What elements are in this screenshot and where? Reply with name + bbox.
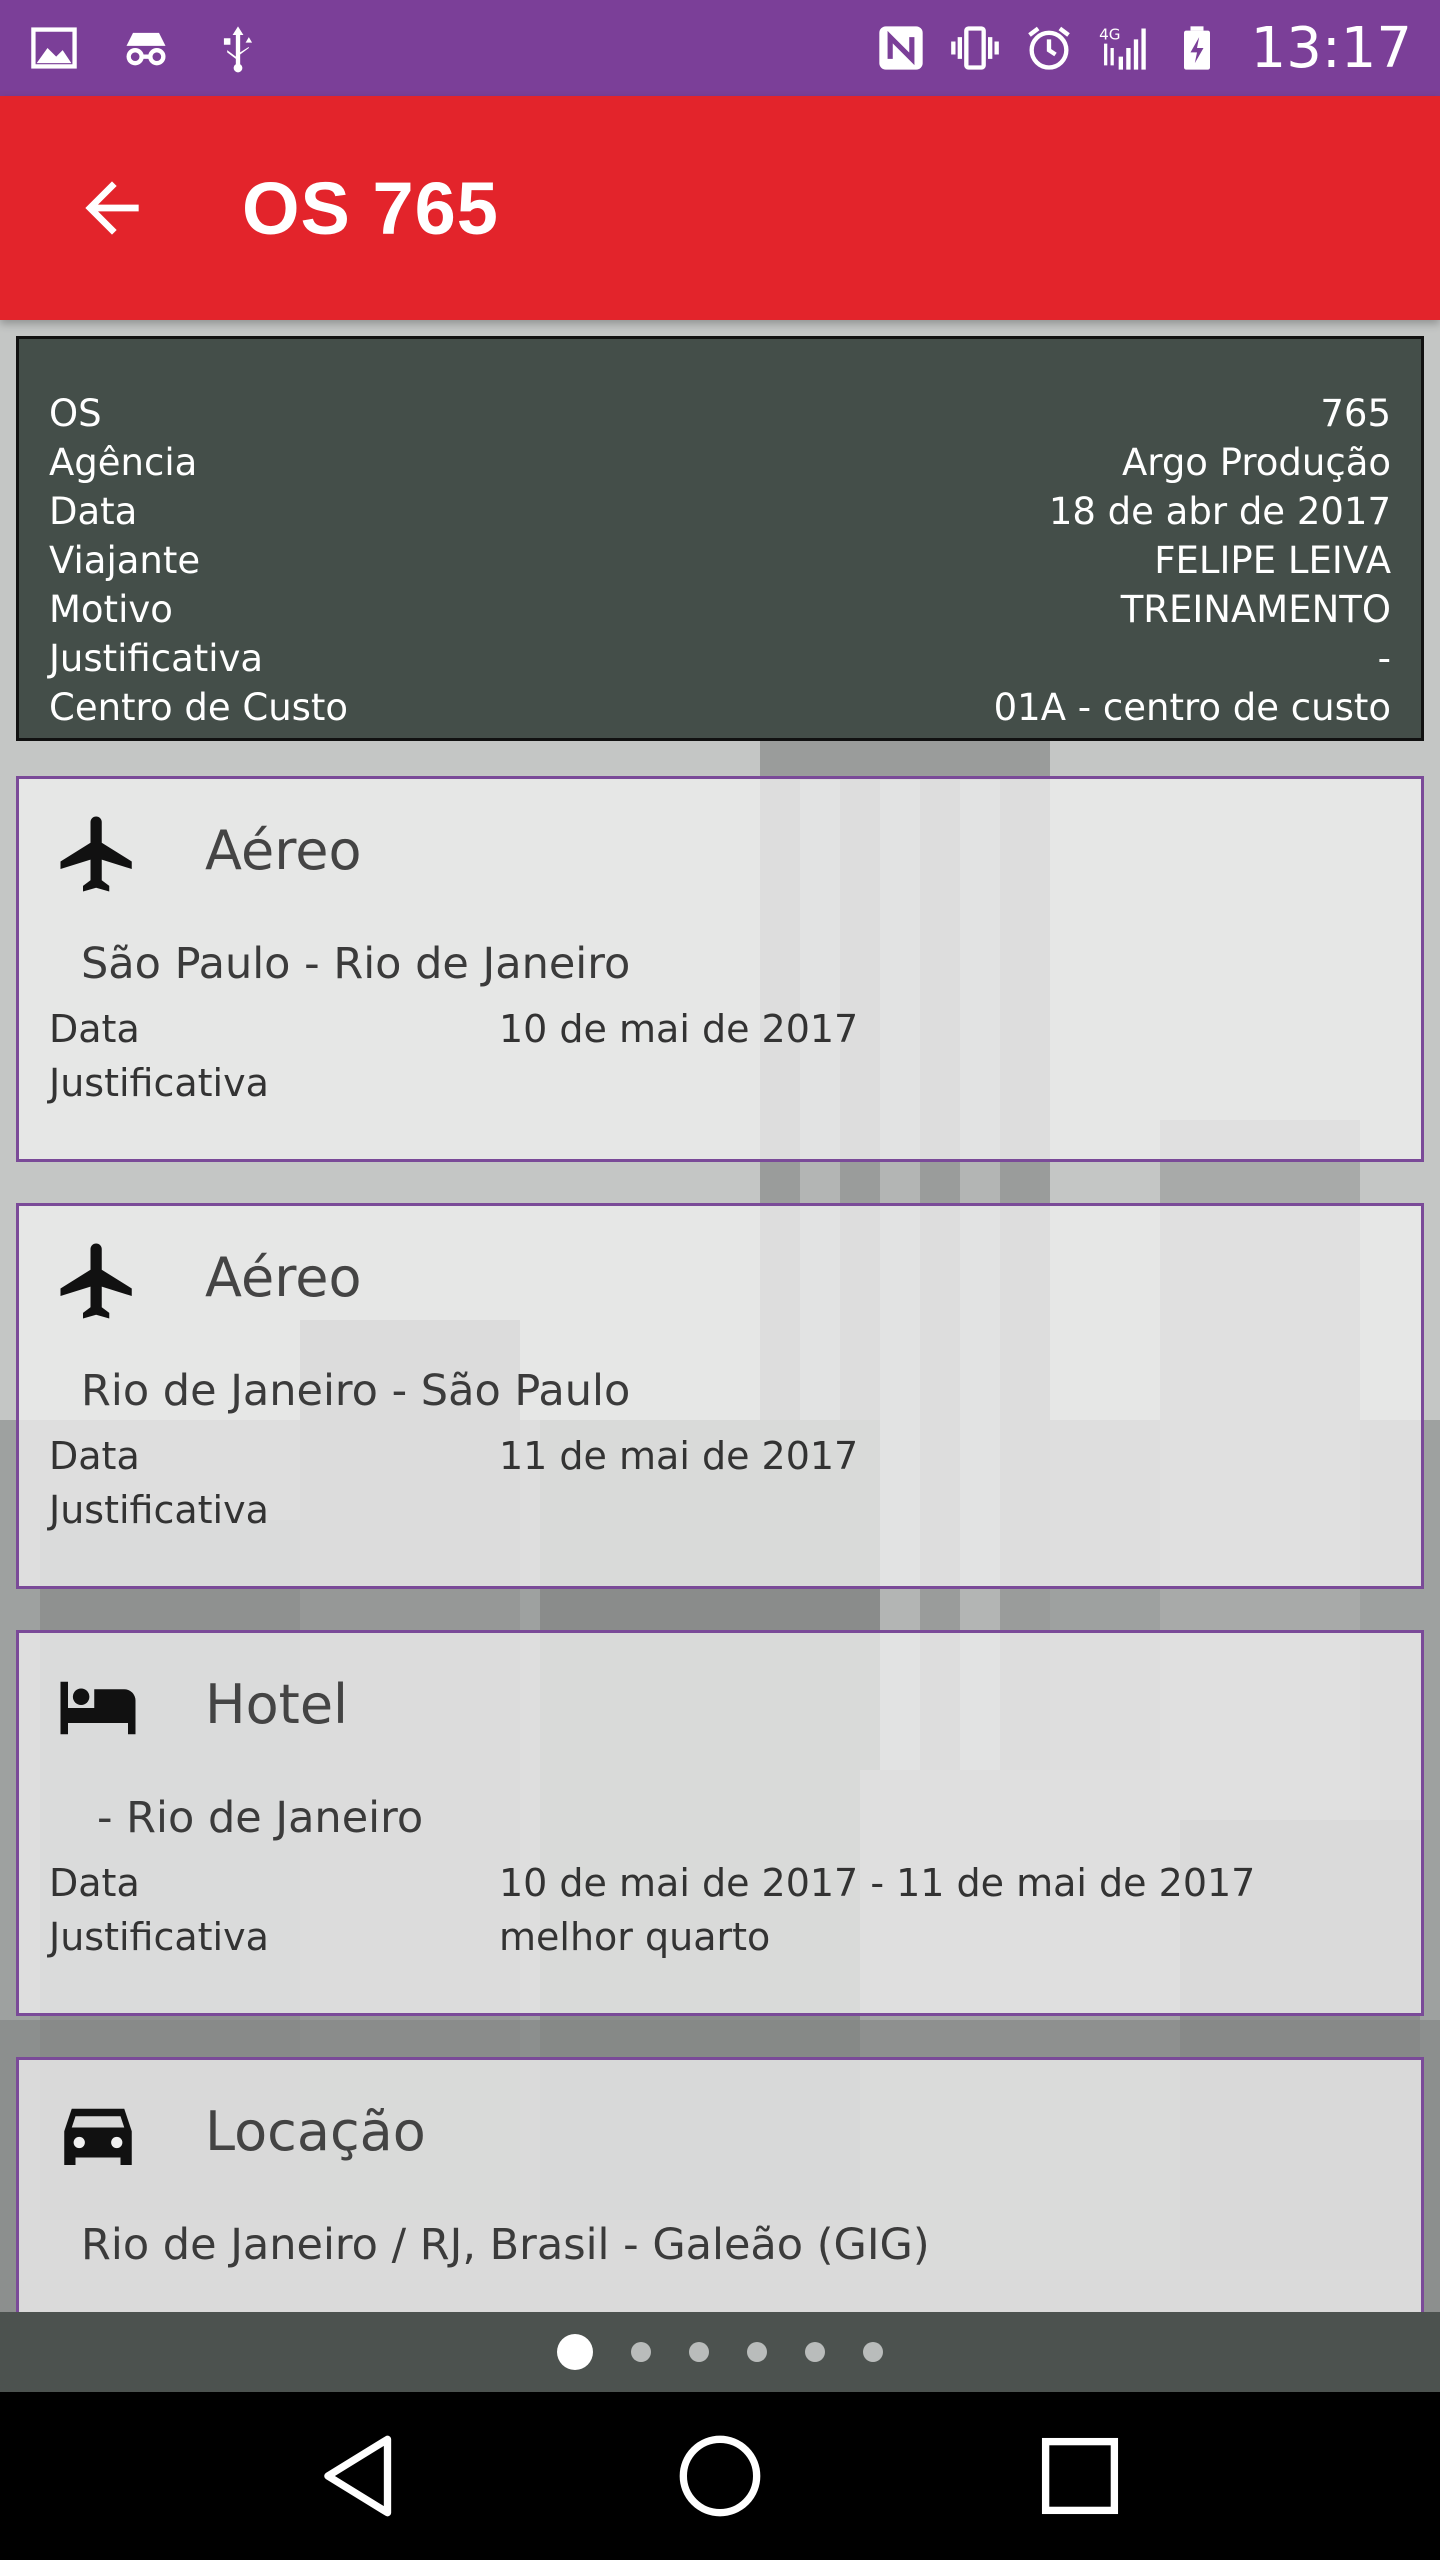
incognito-icon	[120, 22, 172, 74]
nav-recents-button[interactable]	[1020, 2416, 1140, 2536]
date-value: 10 de mai de 2017 - 11 de mai de 2017	[499, 1861, 1256, 1905]
airplane-icon	[53, 1236, 143, 1326]
date-label: Data	[49, 1434, 140, 1478]
summary-label: Viajante	[49, 539, 201, 582]
hotel-card[interactable]: Hotel - Rio de Janeiro Data 10 de mai de…	[16, 1630, 1424, 2016]
page-dot-4[interactable]	[747, 2342, 767, 2362]
card-route: São Paulo - Rio de Janeiro	[81, 939, 631, 989]
status-bar: 4G 13:17	[0, 0, 1440, 96]
page-indicator	[0, 2312, 1440, 2392]
summary-value: 01A - centro de custo	[993, 686, 1391, 729]
airplane-icon	[53, 809, 143, 899]
summary-row-os: OS 765	[49, 389, 1391, 438]
gallery-icon	[28, 22, 80, 74]
details-scroll-area[interactable]: OS 765 Agência Argo Produção Data 18 de …	[0, 320, 1440, 2312]
date-label: Data	[49, 1007, 140, 1051]
triangle-back-icon	[324, 2435, 392, 2517]
nav-home-button[interactable]	[660, 2416, 780, 2536]
page-dot-6[interactable]	[863, 2342, 883, 2362]
order-summary-card: OS 765 Agência Argo Produção Data 18 de …	[16, 336, 1424, 741]
summary-row-traveler: Viajante FELIPE LEIVA	[49, 536, 1391, 585]
signal-icon: 4G	[1097, 22, 1149, 74]
summary-label: Agência	[49, 441, 198, 484]
square-recents-icon	[1041, 2437, 1119, 2515]
summary-label: Centro de Custo	[49, 686, 349, 729]
flight-card[interactable]: Aéreo Rio de Janeiro - São Paulo Data 11…	[16, 1203, 1424, 1589]
flight-card[interactable]: Aéreo São Paulo - Rio de Janeiro Data 10…	[16, 776, 1424, 1162]
summary-label: Data	[49, 490, 138, 533]
page-dot-5[interactable]	[805, 2342, 825, 2362]
date-value: 10 de mai de 2017	[499, 1007, 859, 1051]
summary-label: OS	[49, 392, 102, 435]
summary-row-justification: Justificativa -	[49, 634, 1391, 683]
summary-row-date: Data 18 de abr de 2017	[49, 487, 1391, 536]
summary-label: Motivo	[49, 588, 173, 631]
usb-icon	[212, 22, 264, 74]
bed-icon	[53, 1663, 143, 1753]
car-icon	[53, 2090, 143, 2180]
car-rental-card[interactable]: Locação Rio de Janeiro / RJ, Brasil - Ga…	[16, 2057, 1424, 2312]
arrow-back-icon	[85, 181, 139, 235]
circle-home-icon	[679, 2435, 761, 2517]
date-label: Data	[49, 1861, 140, 1905]
summary-value: Argo Produção	[1121, 441, 1391, 484]
page-dot-3[interactable]	[689, 2342, 709, 2362]
clock: 13:17	[1250, 15, 1412, 81]
card-category: Aéreo	[205, 1246, 362, 1309]
card-route: Rio de Janeiro / RJ, Brasil - Galeão (GI…	[81, 2220, 930, 2270]
summary-row-reason: Motivo TREINAMENTO	[49, 585, 1391, 634]
battery-charging-icon	[1171, 22, 1223, 74]
summary-value: -	[1377, 637, 1391, 680]
date-value: 11 de mai de 2017	[499, 1434, 859, 1478]
card-category: Locação	[205, 2100, 426, 2163]
summary-value: FELIPE LEIVA	[1154, 539, 1391, 582]
back-button[interactable]	[56, 152, 168, 264]
alarm-icon	[1023, 22, 1075, 74]
summary-value: TREINAMENTO	[1120, 588, 1391, 631]
summary-value: 765	[1320, 392, 1391, 435]
summary-row-agency: Agência Argo Produção	[49, 438, 1391, 487]
summary-label: Justificativa	[49, 637, 264, 680]
summary-value: 18 de abr de 2017	[1048, 490, 1391, 533]
card-route: Rio de Janeiro - São Paulo	[81, 1366, 631, 1416]
page-dot-1[interactable]	[557, 2334, 593, 2370]
card-category: Aéreo	[205, 819, 362, 882]
summary-row-cost-center: Centro de Custo 01A - centro de custo	[49, 683, 1391, 732]
nfc-icon	[875, 22, 927, 74]
app-bar: OS 765	[0, 96, 1440, 320]
page-title: OS 765	[242, 166, 499, 250]
justification-label: Justificativa	[49, 1488, 269, 1532]
nav-back-button[interactable]	[300, 2416, 420, 2536]
page-dot-2[interactable]	[631, 2342, 651, 2362]
justification-label: Justificativa	[49, 1061, 269, 1105]
vibrate-icon	[949, 22, 1001, 74]
svg-text:4G: 4G	[1099, 25, 1120, 43]
system-navigation-bar	[0, 2392, 1440, 2560]
card-route: - Rio de Janeiro	[97, 1793, 424, 1843]
justification-label: Justificativa	[49, 1915, 269, 1959]
justification-value: melhor quarto	[499, 1915, 771, 1959]
card-category: Hotel	[205, 1673, 349, 1736]
